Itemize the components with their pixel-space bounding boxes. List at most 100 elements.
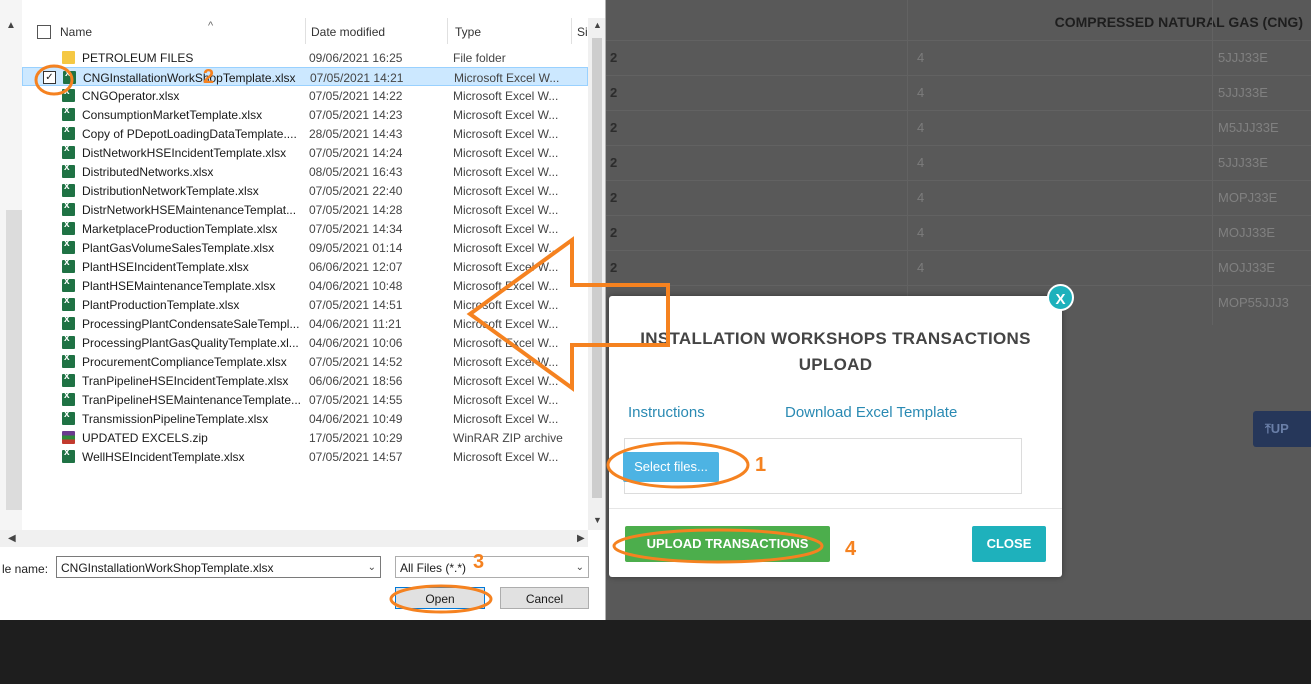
nav-scrollbar-thumb[interactable]: [6, 210, 22, 510]
file-date: 08/05/2021 16:43: [309, 165, 403, 179]
background-table-cell: 2: [610, 155, 618, 170]
scroll-down-icon[interactable]: ▼: [593, 515, 602, 525]
file-date: 07/05/2021 14:28: [309, 203, 403, 217]
excel-file-icon: [62, 371, 75, 387]
close-button[interactable]: CLOSE: [972, 526, 1046, 562]
nav-scroll-up-icon[interactable]: ▲: [6, 20, 16, 31]
background-table-cell: 2: [610, 260, 618, 275]
background-table-cell: 2: [610, 50, 618, 65]
select-files-button[interactable]: Select files...: [623, 452, 719, 482]
background-table-cell: 4: [917, 155, 925, 170]
background-table-row: 2 4 5JJJ33E: [605, 75, 1311, 111]
file-type: Microsoft Excel W...: [453, 108, 559, 122]
background-table-cell: 4: [917, 225, 925, 240]
file-type: Microsoft Excel W...: [453, 374, 559, 388]
scroll-up-icon[interactable]: ▲: [593, 20, 602, 30]
step-1-label: 1: [755, 454, 767, 476]
background-upload-button[interactable]: ⤒UP: [1253, 411, 1311, 447]
instructions-link[interactable]: Instructions: [628, 404, 705, 421]
file-list: PETROLEUM FILES 09/06/2021 16:25 File fold…: [22, 48, 588, 466]
file-type: Microsoft Excel W...: [453, 241, 559, 255]
file-name: WellHSEIncidentTemplate.xlsx: [82, 450, 245, 464]
horizontal-scrollbar[interactable]: [0, 530, 588, 547]
file-list-item[interactable]: DistributedNetworks.xlsx 08/05/2021 16:43…: [22, 162, 588, 181]
file-name: UPDATED EXCELS.zip: [82, 431, 208, 445]
excel-file-icon: [62, 105, 75, 121]
excel-file-icon: [62, 314, 75, 330]
file-type: Microsoft Excel W...: [453, 260, 559, 274]
column-separator[interactable]: [305, 18, 306, 44]
file-list-item[interactable]: PlantHSEIncidentTemplate.xlsx 06/06/2021 …: [22, 257, 588, 276]
file-type: Microsoft Excel W...: [453, 355, 559, 369]
file-list-item[interactable]: ✓ CNGInstallationWorkShopTemplate.xlsx 07/…: [22, 67, 588, 86]
file-name: PlantProductionTemplate.xlsx: [82, 298, 240, 312]
file-list-item[interactable]: TransmissionPipelineTemplate.xlsx 04/06/2…: [22, 409, 588, 428]
background-table-row: 2 4 MOPJ33E: [605, 180, 1311, 216]
background-table-cell: MOP55JJJ3: [1218, 295, 1289, 310]
chevron-down-icon[interactable]: ⌄: [368, 557, 376, 579]
modal-close-icon[interactable]: X: [1047, 284, 1074, 311]
file-list-item[interactable]: PlantGasVolumeSalesTemplate.xlsx 09/05/20…: [22, 238, 588, 257]
vertical-scrollbar-thumb[interactable]: [592, 38, 602, 498]
file-list-item[interactable]: TranPipelineHSEMaintenanceTemplate... 07/…: [22, 390, 588, 409]
file-date: 04/06/2021 11:21: [309, 317, 402, 331]
file-type: Microsoft Excel W...: [453, 393, 559, 407]
background-table-cell: MOJJ33E: [1218, 225, 1276, 240]
file-list-item[interactable]: ProcessingPlantCondensateSaleTempl... 04/…: [22, 314, 588, 333]
file-type: Microsoft Excel W...: [453, 298, 559, 312]
cancel-button[interactable]: Cancel: [500, 587, 589, 609]
upload-transactions-button[interactable]: UPLOAD TRANSACTIONS: [625, 526, 830, 562]
scroll-right-icon[interactable]: ▶: [577, 533, 585, 544]
file-name-input[interactable]: CNGInstallationWorkShopTemplate.xlsx ⌄: [56, 556, 381, 578]
select-all-checkbox[interactable]: [37, 25, 51, 39]
background-table-cell: MOPJ33E: [1218, 190, 1278, 205]
download-template-link[interactable]: Download Excel Template: [785, 404, 957, 421]
file-type: Microsoft Excel W...: [453, 184, 559, 198]
file-list-item[interactable]: PlantHSEMaintenanceTemplate.xlsx 04/06/20…: [22, 276, 588, 295]
file-name: PlantHSEIncidentTemplate.xlsx: [82, 260, 249, 274]
file-list-item[interactable]: PlantProductionTemplate.xlsx 07/05/2021 1…: [22, 295, 588, 314]
file-list-item[interactable]: CNGOperator.xlsx 07/05/2021 14:22 Microsof…: [22, 86, 588, 105]
file-list-item[interactable]: PETROLEUM FILES 09/06/2021 16:25 File fold…: [22, 48, 588, 67]
file-name: TransmissionPipelineTemplate.xlsx: [82, 412, 269, 426]
zip-archive-icon: [62, 431, 75, 444]
column-separator[interactable]: [571, 18, 572, 44]
open-button[interactable]: Open: [395, 587, 485, 609]
file-list-item[interactable]: MarketplaceProductionTemplate.xlsx 07/05/…: [22, 219, 588, 238]
file-list-item[interactable]: DistrNetworkHSEMaintenanceTemplat... 07/0…: [22, 200, 588, 219]
file-name: TranPipelineHSEIncidentTemplate.xlsx: [82, 374, 289, 388]
step-3-label: 3: [473, 551, 485, 573]
excel-file-icon: [62, 333, 75, 349]
table-column-header: COMPRESSED NATURAL GAS (CNG): [1054, 14, 1303, 30]
excel-file-icon: [62, 124, 75, 140]
excel-file-icon: [62, 219, 75, 235]
file-type-filter[interactable]: All Files (*.*) ⌄: [395, 556, 589, 578]
background-table-row: 2 4 5JJJ33E: [605, 40, 1311, 76]
chevron-down-icon[interactable]: ⌄: [576, 557, 584, 579]
file-type: Microsoft Excel W...: [453, 450, 559, 464]
background-table-row: 2 4 M5JJJ33E: [605, 110, 1311, 146]
file-list-item[interactable]: WellHSEIncidentTemplate.xlsx 07/05/2021 1…: [22, 447, 588, 466]
file-list-item[interactable]: DistNetworkHSEIncidentTemplate.xlsx 07/05…: [22, 143, 588, 162]
file-list-item[interactable]: UPDATED EXCELS.zip 17/05/2021 10:29 WinRAR…: [22, 428, 588, 447]
scroll-left-icon[interactable]: ◀: [8, 533, 16, 544]
file-list-item[interactable]: ProcessingPlantGasQualityTemplate.xl... 0…: [22, 333, 588, 352]
column-header-size-label: Si: [577, 25, 588, 39]
file-open-dialog: ▲ ^ Name Date modified Type Si PETROLEUM…: [0, 0, 606, 620]
file-list-item[interactable]: DistributionNetworkTemplate.xlsx 07/05/20…: [22, 181, 588, 200]
file-type-filter-value: All Files (*.*): [400, 561, 467, 575]
file-date: 07/05/2021 22:40: [309, 184, 403, 198]
file-list-item[interactable]: ConsumptionMarketTemplate.xlsx 07/05/2021…: [22, 105, 588, 124]
file-list-item[interactable]: TranPipelineHSEIncidentTemplate.xlsx 06/0…: [22, 371, 588, 390]
file-list-item[interactable]: ProcurementComplianceTemplate.xlsx 07/05/…: [22, 352, 588, 371]
excel-file-icon: [62, 86, 75, 102]
file-list-item[interactable]: Copy of PDepotLoadingDataTemplate.... 28/…: [22, 124, 588, 143]
file-type: Microsoft Excel W...: [453, 317, 559, 331]
file-date: 07/05/2021 14:22: [309, 89, 403, 103]
background-table-cell: 5JJJ33E: [1218, 50, 1268, 65]
column-separator[interactable]: [447, 18, 448, 44]
background-table-cell: 2: [610, 190, 618, 205]
row-checkbox[interactable]: ✓: [43, 71, 56, 84]
background-table-cell: 2: [610, 85, 618, 100]
file-name-label: le name:: [2, 562, 49, 576]
